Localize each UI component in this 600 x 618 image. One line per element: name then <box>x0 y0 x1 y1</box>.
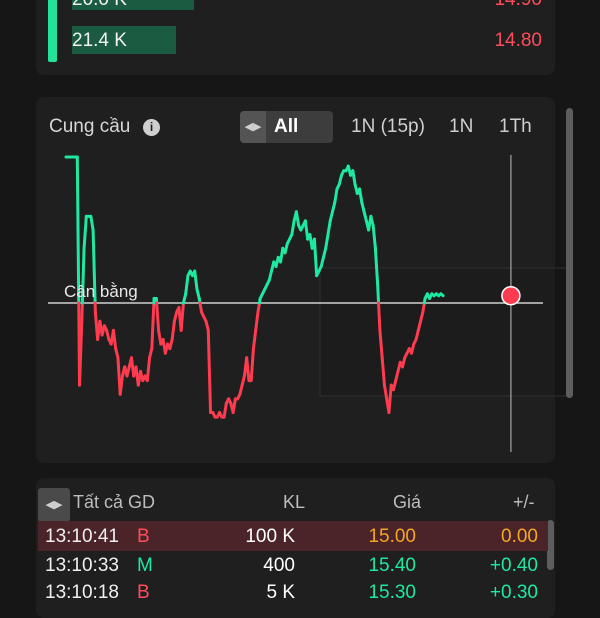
left-right-arrows-icon[interactable]: ◀▶ <box>38 488 70 522</box>
series-segment <box>378 285 379 303</box>
trade-side: M <box>137 555 153 577</box>
trade-price: 15.00 <box>368 526 416 548</box>
trade-volume: 400 <box>263 555 295 577</box>
trade-volume: 100 K <box>245 526 295 548</box>
trade-change: 0.00 <box>501 526 538 548</box>
series-segment <box>84 216 86 248</box>
series-segment <box>91 216 93 230</box>
cursor-marker[interactable] <box>502 287 520 305</box>
series-segment <box>181 303 183 330</box>
series-segment <box>326 235 328 249</box>
column-kl: KL <box>283 492 305 513</box>
trades-filter[interactable]: Tất cả GD <box>73 492 155 513</box>
trade-side: B <box>137 582 150 604</box>
series-segment <box>195 271 197 289</box>
series-segment <box>224 403 226 417</box>
column-price: Giá <box>393 492 421 513</box>
series-segment <box>296 212 298 226</box>
trade-price: 15.40 <box>368 555 416 577</box>
series-segment <box>233 399 235 413</box>
trade-time: 13:10:41 <box>45 526 119 548</box>
series-segment <box>172 321 174 339</box>
trade-time: 13:10:33 <box>45 555 119 577</box>
series-segment <box>157 303 159 330</box>
series-segment <box>379 303 380 330</box>
series-segment <box>373 225 375 248</box>
series-segment <box>152 303 154 349</box>
trade-change: +0.30 <box>490 582 538 604</box>
series-segment <box>253 330 255 348</box>
series-segment <box>186 276 188 294</box>
series-segment <box>147 358 149 381</box>
balance-label: Cân bằng <box>64 282 138 302</box>
trade-time: 13:10:18 <box>45 582 119 604</box>
series-segment <box>305 221 307 239</box>
series-segment <box>113 330 115 348</box>
series-segment <box>441 294 443 296</box>
column-change: +/- <box>513 492 535 513</box>
series-segment <box>353 171 355 185</box>
series-segment <box>360 189 362 203</box>
series-segment <box>251 349 253 381</box>
series-segment <box>314 239 316 276</box>
chart-scrollbar[interactable] <box>566 108 573 398</box>
series-segment <box>208 330 210 412</box>
series-segment <box>247 358 249 381</box>
series-segment <box>335 189 337 203</box>
series-segment <box>256 312 258 330</box>
trade-volume: 5 K <box>266 582 295 604</box>
series-segment <box>82 303 83 321</box>
series-segment <box>292 221 294 235</box>
tooltip-overlay <box>320 268 572 396</box>
trade-side: B <box>137 526 150 548</box>
trade-price: 15.30 <box>368 582 416 604</box>
trades-scrollbar[interactable] <box>547 520 554 570</box>
trade-change: +0.40 <box>490 555 538 577</box>
series-segment <box>328 221 330 235</box>
